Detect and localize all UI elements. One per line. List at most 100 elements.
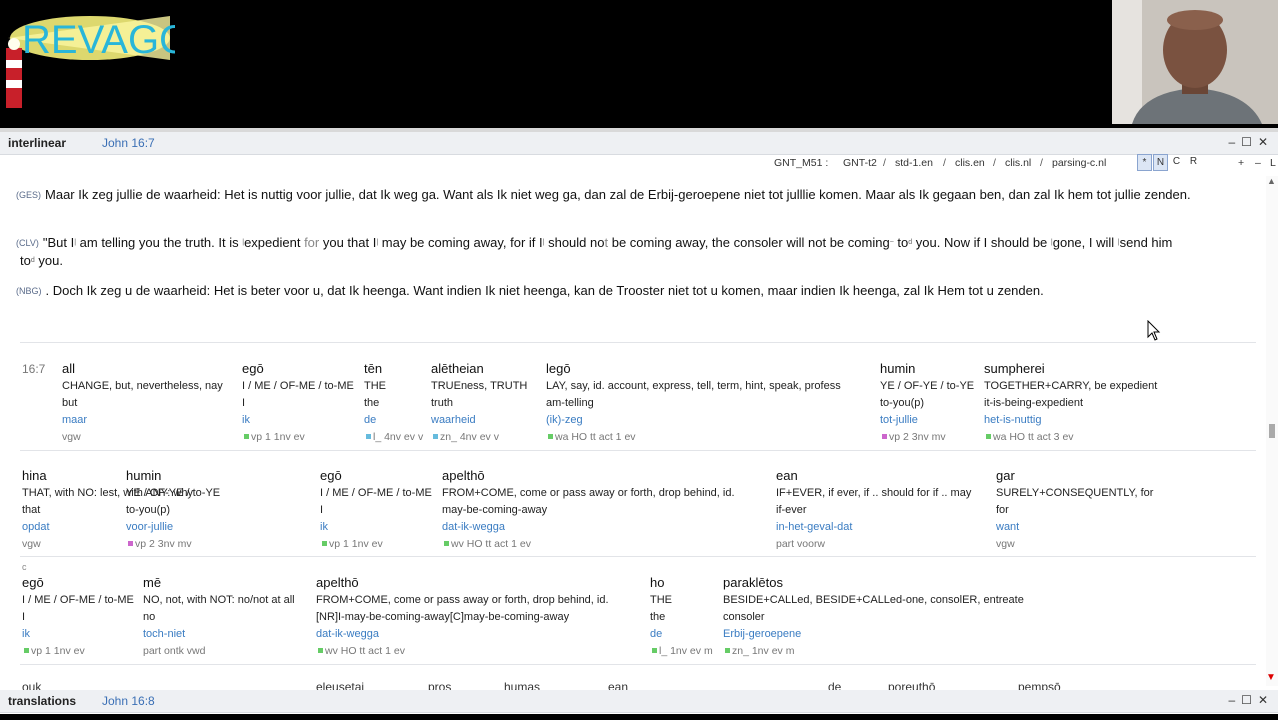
- dutch-gloss[interactable]: het-is-nuttig: [984, 412, 1204, 429]
- word-cell[interactable]: apelthō FROM+COME, come or pass away or f…: [316, 574, 646, 660]
- parsing-code: l_ 1nv ev m: [650, 643, 720, 660]
- greek-word: alētheian: [431, 361, 484, 376]
- concordant-gloss: BESIDE+CALLed, BESIDE+CALLed-one, consol…: [723, 594, 1024, 606]
- word-cell[interactable]: mē NO, not, with NOT: no/not at all no toch…: [143, 574, 313, 660]
- english-gloss: I: [242, 397, 246, 409]
- dutch-gloss[interactable]: want: [996, 519, 1186, 536]
- parsing-color-swatch: [128, 541, 133, 546]
- close-button[interactable]: ✕: [1258, 135, 1274, 149]
- vertical-scrollbar[interactable]: ▲ ▼: [1266, 176, 1278, 686]
- greek-word: apelthō: [316, 575, 359, 590]
- word-cell[interactable]: alētheian TRUEness, TRUTH truth waarheid zn_…: [431, 360, 543, 446]
- panel-reference[interactable]: John 16:8: [102, 694, 155, 708]
- version-tag[interactable]: (CLV): [16, 238, 39, 248]
- translations-panel-header: translations John 16:8 –☐✕: [0, 690, 1278, 713]
- minimize-button[interactable]: –: [1228, 693, 1241, 707]
- mode-all-button[interactable]: *: [1137, 154, 1152, 171]
- dutch-gloss[interactable]: de: [650, 626, 720, 643]
- word-cell[interactable]: tēn THE the de l_ 4nv ev v: [364, 360, 428, 446]
- dutch-gloss[interactable]: (ik)-zeg: [546, 412, 876, 429]
- version-tag[interactable]: (NBG): [16, 286, 42, 296]
- parsing-color-swatch: [652, 648, 657, 653]
- dutch-gloss[interactable]: tot-jullie: [880, 412, 980, 429]
- word-cell[interactable]: humin YE / OF-YE / to-YE to-you(p) tot-jull…: [880, 360, 980, 446]
- verse-clv-continued: tod you.: [20, 253, 63, 268]
- tab-parsing-c-nl[interactable]: parsing-c.nl: [1052, 157, 1106, 169]
- maximize-button[interactable]: ☐: [1241, 135, 1258, 149]
- panel-title: interlinear: [8, 136, 67, 150]
- word-cell[interactable]: sumpherei TOGETHER+CARRY, be expedient it-…: [984, 360, 1204, 446]
- word-cell[interactable]: paraklētos BESIDE+CALLed, BESIDE+CALLed-o…: [723, 574, 1053, 660]
- word-cell[interactable]: gar SURELY+CONSEQUENTLY, for for want vgw: [996, 467, 1186, 553]
- word-cell[interactable]: apelthō FROM+COME, come or pass away or f…: [442, 467, 772, 553]
- concordant-gloss: THE: [650, 594, 672, 606]
- parsing-code: wv HO tt act 1 ev: [316, 643, 646, 660]
- greek-word: all: [62, 361, 76, 376]
- mode-r-button[interactable]: R: [1187, 154, 1200, 169]
- concordant-gloss: LAY, say, id. account, express, tell, te…: [546, 380, 841, 392]
- concordant-gloss: SURELY+CONSEQUENTLY, for: [996, 487, 1154, 499]
- verse-number[interactable]: 16:7: [22, 362, 45, 376]
- window-buttons: –☐✕: [1228, 135, 1274, 149]
- concordant-gloss: I / ME / OF-ME / to-ME: [22, 594, 134, 606]
- concordant-gloss: THE: [364, 380, 386, 392]
- parsing-code: vgw: [996, 538, 1015, 550]
- layout-button[interactable]: L: [1270, 157, 1276, 169]
- mode-n-button[interactable]: N: [1153, 154, 1168, 171]
- word-cell[interactable]: humin YE / OF-YE / to-YE to-you(p) voor-jul…: [126, 467, 316, 553]
- concordant-gloss: I / ME / OF-ME / to-ME: [242, 380, 354, 392]
- word-cell[interactable]: egō I / ME / OF-ME / to-ME Iik vp 1 1nv ev: [22, 574, 140, 660]
- dutch-gloss[interactable]: Erbij-geroepene: [723, 626, 1053, 643]
- dutch-gloss[interactable]: waarheid: [431, 412, 543, 429]
- tab-gnt-m51[interactable]: GNT_M51 :: [774, 157, 828, 169]
- greek-word: sumpherei: [984, 361, 1045, 376]
- dutch-gloss[interactable]: opdat: [22, 519, 122, 536]
- word-cell[interactable]: egō I / ME / OF-ME / to-ME Iik vp 1 1nv ev: [320, 467, 440, 553]
- dutch-gloss[interactable]: ik: [320, 519, 440, 536]
- tab-std-1-en[interactable]: std-1.en: [895, 157, 933, 169]
- parsing-code: vp 2 3nv mv: [126, 536, 316, 553]
- dutch-gloss[interactable]: ik: [22, 626, 140, 643]
- dutch-gloss[interactable]: dat-ik-wegga: [316, 626, 646, 643]
- concordant-gloss: TRUEness, TRUTH: [431, 380, 528, 392]
- zoom-in-button[interactable]: +: [1238, 157, 1244, 169]
- version-tag[interactable]: (GES): [16, 190, 41, 200]
- word-cell[interactable]: ean IF+EVER, if ever, if .. should for if…: [776, 467, 986, 553]
- minimize-button[interactable]: –: [1228, 135, 1241, 149]
- word-cell[interactable]: egō I / ME / OF-ME / to-ME Iik vp 1 1nv ev: [242, 360, 360, 446]
- maximize-button[interactable]: ☐: [1241, 693, 1258, 707]
- dutch-gloss[interactable]: de: [364, 412, 428, 429]
- tab-clis-nl[interactable]: clis.nl: [1005, 157, 1031, 169]
- english-gloss: to-you(p): [880, 397, 925, 409]
- video-top-strip: REVAGO: [0, 0, 1278, 128]
- revago-logo: REVAGO: [6, 16, 175, 108]
- mode-c-button[interactable]: C: [1170, 154, 1183, 169]
- greek-word: gar: [996, 468, 1015, 483]
- word-cell[interactable]: legō LAY, say, id. account, express, tell…: [546, 360, 876, 446]
- dutch-gloss[interactable]: ik: [242, 412, 360, 429]
- word-cell[interactable]: hina THAT, with NO: lest, with ANY: why th…: [22, 467, 193, 553]
- english-gloss: but: [62, 397, 78, 409]
- scroll-down-icon[interactable]: ▼: [1266, 672, 1276, 683]
- parsing-color-swatch: [986, 434, 991, 439]
- dutch-gloss[interactable]: toch-niet: [143, 626, 313, 643]
- english-gloss: if-ever: [776, 504, 807, 516]
- dutch-gloss[interactable]: dat-ik-wegga: [442, 519, 772, 536]
- greek-word: legō: [546, 361, 571, 376]
- interlinear-panel-header: interlinear John 16:7 –☐✕: [0, 132, 1278, 155]
- scroll-thumb[interactable]: [1269, 424, 1275, 438]
- close-button[interactable]: ✕: [1258, 693, 1274, 707]
- english-gloss: to-you(p): [126, 504, 171, 516]
- zoom-out-button[interactable]: –: [1255, 157, 1261, 169]
- tab-clis-en[interactable]: clis.en: [955, 157, 985, 169]
- word-cell[interactable]: ho THE the de l_ 1nv ev m: [650, 574, 720, 660]
- english-gloss: [NR]I-may-be-coming-away[C]may-be-coming…: [316, 611, 570, 623]
- word-cell[interactable]: all CHANGE, but, nevertheless, nay but maar…: [62, 360, 238, 446]
- tab-gnt-t2[interactable]: GNT-t2: [843, 157, 877, 169]
- dutch-gloss[interactable]: in-het-geval-dat: [776, 519, 986, 536]
- scroll-up-icon[interactable]: ▲: [1267, 176, 1276, 186]
- panel-reference[interactable]: John 16:7: [102, 136, 155, 150]
- verse-text: Maar Ik zeg jullie de waarheid: Het is n…: [45, 187, 1191, 202]
- dutch-gloss[interactable]: voor-jullie: [126, 519, 316, 536]
- dutch-gloss[interactable]: maar: [62, 412, 238, 429]
